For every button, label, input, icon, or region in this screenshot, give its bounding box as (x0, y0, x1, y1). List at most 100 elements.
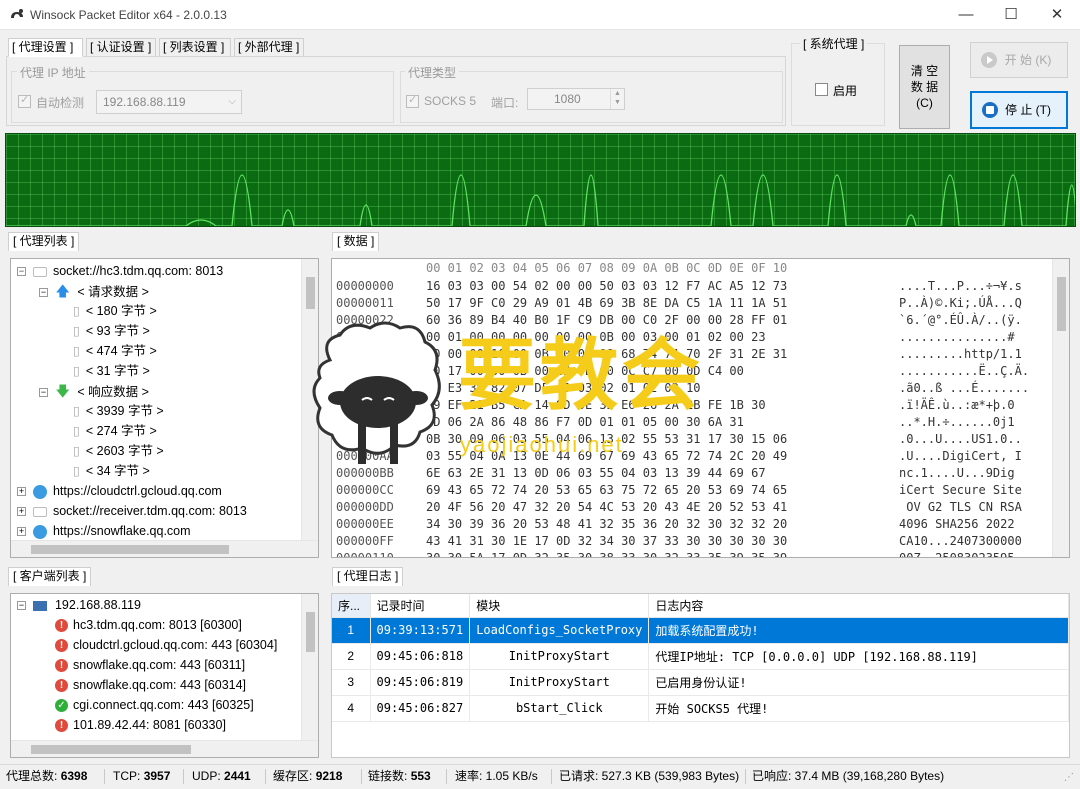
auto-detect-checkbox[interactable] (18, 93, 31, 108)
hex-ascii[interactable]: .ï!ÄÊ.ù..:æ*+þ.0 (899, 397, 1015, 414)
system-proxy-enable-checkbox[interactable] (815, 83, 828, 96)
proxy-ip-select[interactable]: 192.168.88.119 ⌵ (96, 90, 242, 114)
client-connection[interactable]: ! 101.89.42.44: 8081 [60330] (55, 715, 226, 735)
tree-node-request[interactable]: − 🡅 < 请求数据 > (39, 281, 149, 301)
hex-bytes[interactable]: 07 E3 30 82 07 DF A0 03 02 01 02 02 10 (426, 380, 701, 397)
spinner-arrows-icon[interactable]: ▲ ▼ (610, 89, 624, 109)
hex-ascii[interactable]: .........http/1.1 (899, 346, 1022, 363)
hex-ascii[interactable]: .0...U....US1.0.. (899, 431, 1022, 448)
proxy-ip-group-title: 代理 IP 地址 (17, 64, 89, 81)
horizontal-scrollbar[interactable] (11, 540, 318, 557)
hex-bytes[interactable]: 00 00 00 10 00 0B 00 09 08 68 74 74 70 2… (426, 346, 787, 363)
hex-ascii[interactable]: .ã0..ß ...É....... (899, 380, 1029, 397)
hex-ascii[interactable]: ...............# (899, 329, 1015, 346)
expand-toggle-icon[interactable]: + (17, 527, 26, 537)
collapse-toggle-icon[interactable]: − (17, 601, 26, 611)
hex-bytes[interactable]: 20 4F 56 20 47 32 20 54 4C 53 20 43 4E 2… (426, 499, 787, 516)
hex-bytes[interactable]: 34 30 39 36 20 53 48 41 32 35 36 20 32 3… (426, 516, 787, 533)
hex-ascii[interactable]: `6.´@°.ÉÛ.À/..(ÿ. (899, 312, 1022, 329)
scroll-thumb[interactable] (1057, 277, 1066, 331)
log-row[interactable]: 1 09:39:13:571 LoadConfigs_SocketProxy 加… (332, 617, 1069, 644)
scroll-thumb[interactable] (306, 612, 315, 652)
hex-ascii[interactable]: ....T...P...÷¬¥.s (899, 278, 1022, 295)
tree-leaf[interactable]: ▯ < 3939 字节 > (73, 401, 164, 421)
expand-toggle-icon[interactable]: + (17, 487, 26, 497)
hex-bytes[interactable]: 00 01 00 00 00 00 00 00 0B 00 03 00 01 0… (426, 329, 766, 346)
scroll-thumb[interactable] (306, 277, 315, 309)
hex-ascii[interactable]: CA10...2407300000 (899, 533, 1022, 550)
scroll-thumb[interactable] (31, 745, 191, 754)
col-header-time[interactable]: 记录时间 (370, 594, 471, 618)
hex-bytes[interactable]: 50 17 9F C0 29 A9 01 4B 69 3B 8E DA C5 1… (426, 295, 787, 312)
hex-viewer[interactable]: 00 01 02 03 04 05 06 07 08 09 0A 0B 0C 0… (331, 258, 1070, 558)
client-connection[interactable]: ✓ cgi.connect.qq.com: 443 [60325] (55, 695, 254, 715)
resize-grip-icon[interactable]: ⋰ (1064, 767, 1074, 789)
hex-bytes[interactable]: 0D 06 2A 86 48 86 F7 0D 01 01 05 00 30 6… (426, 414, 744, 431)
hex-ascii[interactable]: .U....DigiCert, I (899, 448, 1022, 465)
minimize-button[interactable]: — (943, 0, 989, 30)
tree-node-server[interactable]: + https://snowflake.qq.com (17, 521, 191, 541)
tree-node-server[interactable]: − socket://hc3.tdm.qq.com: 8013 (17, 261, 223, 281)
hex-ascii[interactable]: OV G2 TLS CN RSA (899, 499, 1022, 516)
log-row[interactable]: 2 09:45:06:818 InitProxyStart 代理IP地址: TC… (332, 643, 1069, 670)
hex-bytes[interactable]: 60 36 89 B4 40 B0 1F C9 DB 00 C0 2F 00 0… (426, 312, 787, 329)
tree-leaf[interactable]: ▯ < 180 字节 > (73, 301, 157, 321)
hex-bytes[interactable]: 43 41 31 30 1E 17 0D 32 34 30 37 33 30 3… (426, 533, 787, 550)
client-connection[interactable]: ! snowflake.qq.com: 443 [60314] (55, 675, 246, 695)
hex-bytes[interactable]: 00 17 00 00 0B 00 CB 0B 00 0C C7 00 0D C… (426, 363, 744, 380)
vertical-scrollbar[interactable] (301, 594, 318, 741)
close-button[interactable]: ✕ (1034, 0, 1080, 30)
tree-node-server[interactable]: + https://cloudctrl.gcloud.qq.com (17, 481, 222, 501)
tab-external-proxy[interactable]: [ 外部代理 ] (234, 38, 304, 57)
col-header-content[interactable]: 日志内容 (648, 594, 1069, 618)
expand-toggle-icon[interactable]: + (17, 507, 26, 517)
hex-bytes[interactable]: 30 30 5A 17 0D 32 35 30 38 33 30 32 33 3… (426, 550, 787, 557)
client-host-node[interactable]: − 192.168.88.119 (17, 595, 141, 615)
tree-node-server[interactable]: + socket://receiver.tdm.qq.com: 8013 (17, 501, 247, 521)
hex-bytes[interactable]: 09 EF 21 B5 CA 14 9D 0E 32 E6 26 2A 2B F… (426, 397, 766, 414)
hex-bytes[interactable]: 16 03 03 00 54 02 00 00 50 03 03 12 F7 A… (426, 278, 787, 295)
hex-bytes[interactable]: 0B 30 09 06 03 55 04 06 13 02 55 53 31 1… (426, 431, 787, 448)
tab-proxy-settings[interactable]: [ 代理设置 ] (8, 38, 83, 57)
socks5-checkbox[interactable] (406, 93, 419, 108)
collapse-toggle-icon[interactable]: − (39, 288, 48, 298)
port-spinner[interactable]: 1080 ▲ ▼ (527, 88, 625, 110)
log-row[interactable]: 3 09:45:06:819 InitProxyStart 已启用身份认证! (332, 669, 1069, 696)
hex-bytes[interactable]: 03 55 04 0A 13 0E 44 69 67 69 43 65 72 7… (426, 448, 787, 465)
collapse-toggle-icon[interactable]: − (39, 388, 48, 398)
log-row[interactable]: 4 09:45:06:827 bStart_Click 开始 SOCKS5 代理… (332, 695, 1069, 722)
hex-ascii[interactable]: nc.1....U...9Dig (899, 465, 1015, 482)
start-button[interactable]: 开 始 (K) (970, 42, 1068, 78)
clear-data-button[interactable]: 清 空 数 据 (C) (899, 45, 950, 129)
client-connection[interactable]: ! hc3.tdm.qq.com: 8013 [60300] (55, 615, 242, 635)
tree-leaf[interactable]: ▯ < 34 字节 > (73, 461, 150, 481)
tree-leaf[interactable]: ▯ < 31 字节 > (73, 361, 150, 381)
tab-auth-settings[interactable]: [ 认证设置 ] (86, 38, 156, 57)
client-connection[interactable]: ! snowflake.qq.com: 443 [60311] (55, 655, 245, 675)
tree-leaf[interactable]: ▯ < 93 字节 > (73, 321, 150, 341)
tree-node-response[interactable]: − 🡇 < 响应数据 > (39, 381, 149, 401)
hex-ascii[interactable]: P..À)©.Ki;.ÚÅ...Q (899, 295, 1022, 312)
hex-bytes[interactable]: 69 43 65 72 74 20 53 65 63 75 72 65 20 5… (426, 482, 787, 499)
stop-button[interactable]: 停 止 (T) (970, 91, 1068, 129)
hex-ascii[interactable]: ..*.H.÷......0j1 (899, 414, 1015, 431)
horizontal-scrollbar[interactable] (11, 740, 318, 757)
hex-bytes[interactable]: 6E 63 2E 31 13 0D 06 03 55 04 03 13 39 4… (426, 465, 766, 482)
maximize-button[interactable]: ☐ (988, 0, 1034, 30)
collapse-toggle-icon[interactable]: − (17, 267, 26, 277)
hex-ascii[interactable]: iCert Secure Site (899, 482, 1022, 499)
tree-leaf[interactable]: ▯ < 2603 字节 > (73, 441, 164, 461)
tree-leaf[interactable]: ▯ < 274 字节 > (73, 421, 157, 441)
vertical-scrollbar[interactable] (1052, 259, 1069, 557)
col-header-no[interactable]: 序... (332, 594, 371, 618)
tree-leaf[interactable]: ▯ < 474 字节 > (73, 341, 157, 361)
col-header-module[interactable]: 模块 (469, 594, 650, 618)
status-buffer: 缓存区: 9218 (273, 765, 342, 787)
hex-ascii[interactable]: 4096 SHA256 2022 (899, 516, 1022, 533)
vertical-scrollbar[interactable] (301, 259, 318, 541)
client-connection[interactable]: ! cloudctrl.gcloud.qq.com: 443 [60304] (55, 635, 277, 655)
scroll-thumb[interactable] (31, 545, 229, 554)
hex-ascii[interactable]: 00Z..25083023595 (899, 550, 1015, 557)
hex-ascii[interactable]: ...........Ë..Ç.Ä. (899, 363, 1029, 380)
tab-list-settings[interactable]: [ 列表设置 ] (159, 38, 231, 57)
